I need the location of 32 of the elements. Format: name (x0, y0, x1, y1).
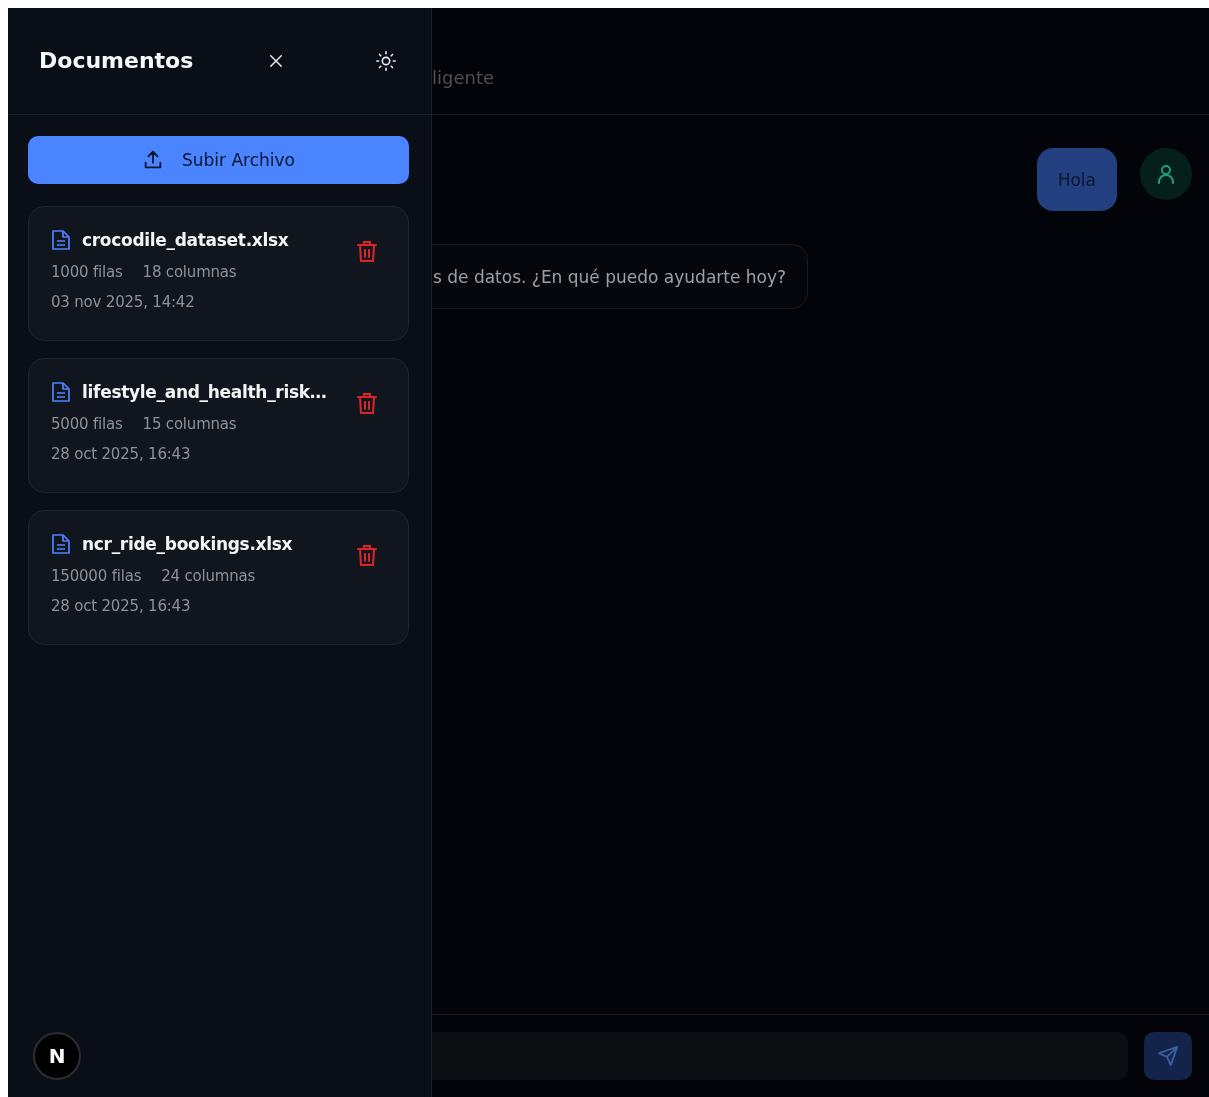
document-card[interactable]: lifestyle_and_health_risk… 5000 filas 15 columnas 28 oct 2025, 16:43 (28, 358, 409, 493)
sidebar-title: Documentos (39, 47, 195, 73)
trash-icon[interactable] (356, 239, 378, 263)
user-avatar-icon (1140, 148, 1192, 200)
upload-date: 28 oct 2025, 16:43 (51, 445, 192, 463)
upload-button[interactable]: Subir Archivo (28, 136, 409, 184)
logo[interactable]: N (33, 1032, 81, 1080)
file-icon (51, 381, 71, 403)
trash-icon[interactable] (356, 543, 378, 567)
upload-icon (142, 149, 164, 171)
upload-date: 03 nov 2025, 14:42 (51, 293, 196, 311)
upload-date: 28 oct 2025, 16:43 (51, 597, 192, 615)
column-count: 24 columnas (161, 567, 256, 585)
document-card[interactable]: ncr_ride_bookings.xlsx 150000 filas 24 columnas 28 oct 2025, 16:43 (28, 510, 409, 645)
file-name: lifestyle_and_health_risk… (82, 382, 327, 402)
column-count: 15 columnas (142, 415, 237, 433)
row-count: 5000 filas (51, 415, 123, 433)
row-count: 1000 filas (51, 263, 123, 281)
document-card[interactable]: crocodile_dataset.xlsx 1000 filas 18 columnas 03 nov 2025, 14:42 (28, 206, 409, 341)
row-count: 150000 filas (51, 567, 142, 585)
user-message: Hola (1036, 148, 1117, 211)
send-button[interactable] (1144, 1032, 1192, 1080)
send-icon (1157, 1045, 1179, 1067)
chat-title: ligente (432, 67, 495, 88)
trash-icon[interactable] (356, 391, 378, 415)
file-icon (51, 229, 71, 251)
column-count: 18 columnas (142, 263, 237, 281)
message-input[interactable] (432, 1032, 1128, 1080)
assistant-message: s de datos. ¿En qué puedo ayudarte hoy? (432, 244, 809, 309)
file-name: crocodile_dataset.xlsx (82, 230, 289, 250)
file-icon (51, 533, 71, 555)
file-name: ncr_ride_bookings.xlsx (82, 534, 293, 554)
